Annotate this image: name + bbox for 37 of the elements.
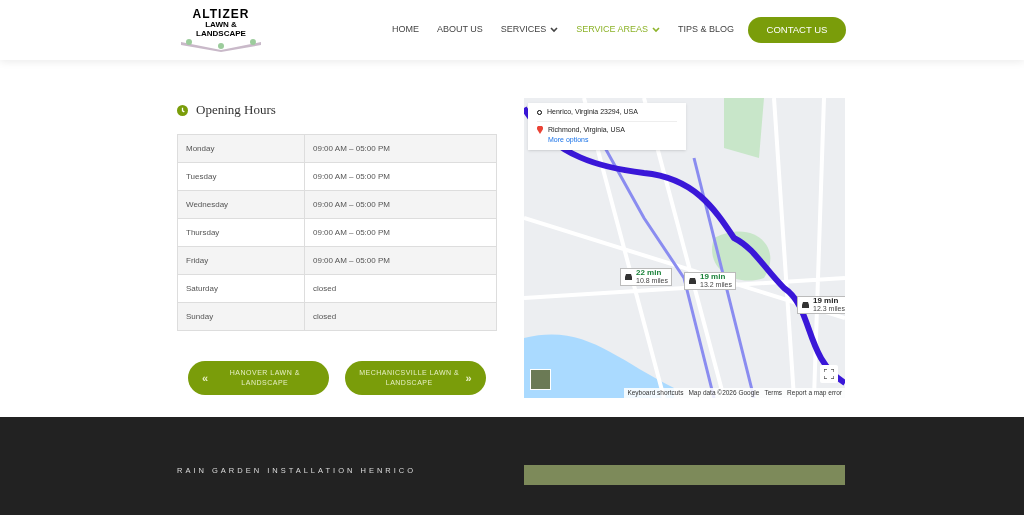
logo[interactable]: ALTIZER LAWN & LANDSCAPE xyxy=(178,8,264,52)
logo-text: LAWN & xyxy=(205,20,237,29)
section-title: Opening Hours xyxy=(196,101,276,120)
table-cell: Wednesday xyxy=(177,190,305,219)
satellite-thumbnail[interactable] xyxy=(530,369,551,390)
fullscreen-icon xyxy=(824,369,834,379)
pin-icon xyxy=(537,125,543,134)
car-icon xyxy=(688,277,697,285)
logo-text: ALTIZER xyxy=(192,8,250,20)
clock-icon xyxy=(177,104,188,116)
car-icon xyxy=(624,273,633,281)
table-cell: 09:00 AM – 05:00 PM xyxy=(304,218,497,247)
retaining-wall-icon xyxy=(179,38,263,52)
route-time: 22 min xyxy=(636,269,663,277)
table-cell: Tuesday xyxy=(177,162,305,191)
route-time: 19 min xyxy=(813,297,840,305)
table-cell: 09:00 AM – 05:00 PM xyxy=(304,190,497,219)
table-cell: Friday xyxy=(177,246,305,275)
table-cell: Saturday xyxy=(177,274,305,303)
route-time: 19 min xyxy=(700,273,727,281)
nav-link[interactable]: HOME xyxy=(392,23,419,37)
table-cell: Sunday xyxy=(177,302,305,331)
table-cell: 09:00 AM – 05:00 PM xyxy=(304,134,497,163)
table-cell: 09:00 AM – 05:00 PM xyxy=(304,162,497,191)
fullscreen-button[interactable] xyxy=(820,365,838,383)
double-chevron-left-icon: « xyxy=(202,369,209,387)
table-cell: closed xyxy=(304,274,497,303)
double-chevron-right-icon: » xyxy=(465,369,472,387)
table-cell: 09:00 AM – 05:00 PM xyxy=(304,246,497,275)
nav-link[interactable]: SERVICES xyxy=(500,23,559,37)
table-cell: Thursday xyxy=(177,218,305,247)
nav-link[interactable]: ABOUT US xyxy=(437,23,483,37)
table-cell: closed xyxy=(304,302,497,331)
table-cell: Monday xyxy=(177,134,305,163)
car-icon xyxy=(801,301,810,309)
nav-link[interactable]: TIPS & BLOG xyxy=(678,23,735,37)
logo-text: LANDSCAPE xyxy=(196,29,246,38)
